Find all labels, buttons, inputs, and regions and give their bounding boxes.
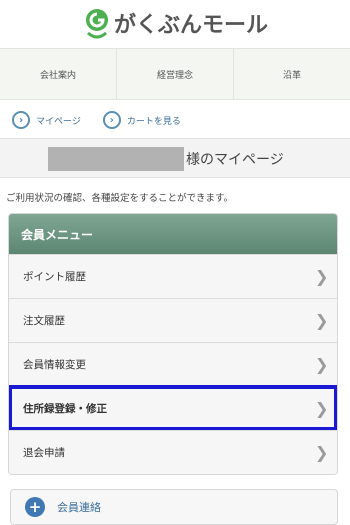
menu-item-member-info[interactable]: 会員情報変更 ❯ (9, 342, 337, 386)
redacted-user-name (48, 147, 184, 171)
logo-text: がくぶんモール (113, 13, 268, 38)
chevron-right-icon: ❯ (315, 266, 329, 286)
nav-item-philosophy[interactable]: 経営理念 (117, 49, 234, 99)
view-cart-link[interactable]: › カートを見る (102, 111, 181, 129)
chevron-right-icon: ❯ (315, 442, 329, 462)
menu-item-label: 会員情報変更 (23, 359, 86, 371)
mypage-link-label: マイページ (36, 116, 81, 127)
chevron-right-icon: › (102, 111, 121, 129)
intro-text: ご利用状況の確認、各種設定をすることができます。 (6, 193, 234, 204)
nav-item-history[interactable]: 沿革 (234, 49, 350, 99)
logo[interactable]: がくぶんモール (82, 7, 268, 39)
view-cart-link-label: カートを見る (126, 116, 181, 127)
menu-item-label: 退会申請 (23, 447, 65, 459)
top-nav: 会社案内 経営理念 沿革 (0, 48, 350, 100)
page-title: 様のマイページ (186, 152, 284, 168)
chevron-right-icon: › (12, 111, 30, 129)
member-menu: 会員メニュー ポイント履歴 ❯ 注文履歴 ❯ 会員情報変更 ❯ 住所録登録・修正… (8, 213, 338, 475)
nav-item-company[interactable]: 会社案内 (0, 49, 117, 99)
member-menu-header: 会員メニュー (9, 214, 337, 254)
menu-item-label: 注文履歴 (23, 315, 65, 327)
logo-mark-icon (85, 9, 108, 39)
mypage-link[interactable]: › マイページ (12, 111, 81, 129)
menu-item-label: 住所録登録・修正 (23, 403, 107, 415)
chevron-right-icon: ❯ (315, 398, 329, 418)
plus-icon: + (25, 497, 45, 517)
menu-item-address-book[interactable]: 住所録登録・修正 ❯ (9, 385, 337, 431)
menu-item-point-history[interactable]: ポイント履歴 ❯ (9, 254, 337, 298)
menu-item-label: ポイント履歴 (23, 271, 86, 283)
member-contact-label: 会員連絡 (57, 501, 101, 514)
chevron-right-icon: ❯ (315, 310, 329, 330)
menu-item-order-history[interactable]: 注文履歴 ❯ (9, 298, 337, 342)
quick-links: › マイページ › カートを見る (0, 108, 350, 132)
member-contact-button[interactable]: + 会員連絡 (10, 489, 338, 525)
menu-item-withdrawal[interactable]: 退会申請 ❯ (9, 430, 337, 474)
page-title-bar: 様のマイページ (0, 138, 350, 178)
chevron-right-icon: ❯ (315, 354, 329, 374)
header: がくぶんモール (0, 0, 350, 46)
